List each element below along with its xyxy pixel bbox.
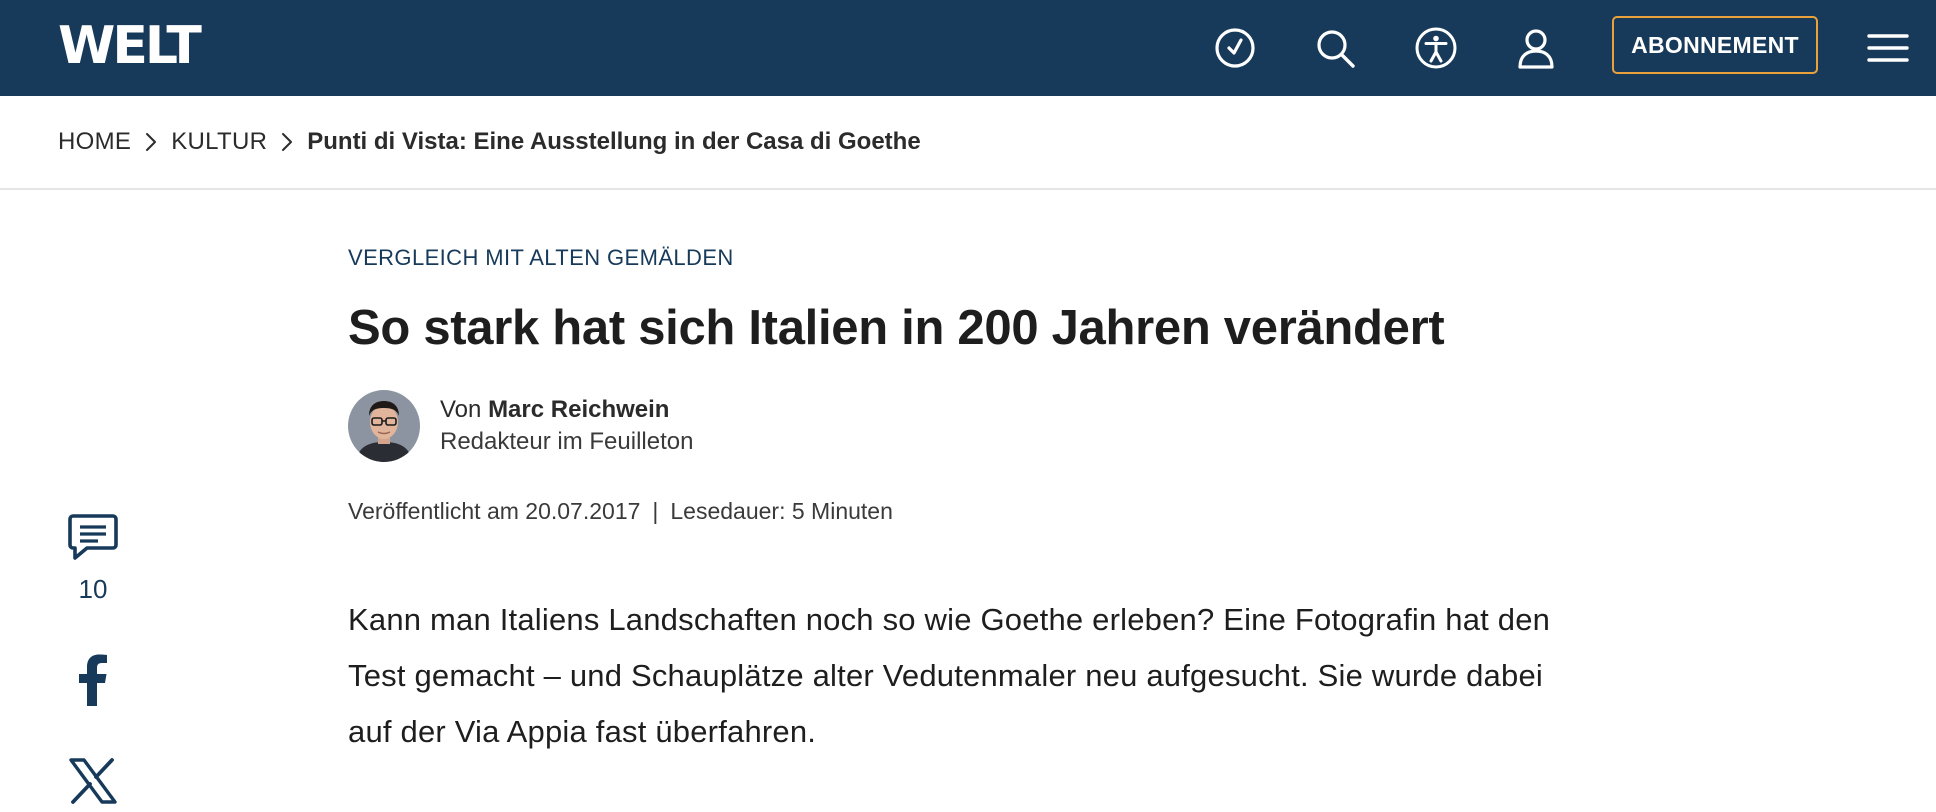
article-kicker: VERGLEICH MIT ALTEN GEMÄLDEN [348,245,734,270]
comment-icon[interactable] [58,512,128,562]
menu-icon[interactable] [1866,26,1910,70]
facebook-icon[interactable] [58,654,128,706]
reading-time: Lesedauer: 5 Minuten [670,498,893,524]
comment-count[interactable]: 10 [58,574,128,605]
article-headline: So stark hat sich Italien in 200 Jahren … [348,301,1445,355]
subscribe-button[interactable]: ABONNEMENT [1612,16,1818,74]
x-icon[interactable] [58,758,128,804]
site-header: WELT ABONNEMENT [0,0,1936,96]
meta-separator: | [652,498,659,524]
breadcrumb-home[interactable]: HOME [58,128,131,156]
article-meta: Veröffentlicht am 20.07.2017 | Lesedauer: … [348,498,893,525]
breadcrumb-divider [0,188,1936,190]
chevron-right-icon [267,130,307,154]
clock-icon[interactable] [1213,26,1257,70]
author-name[interactable]: Marc Reichwein [488,396,669,423]
breadcrumb-kultur[interactable]: KULTUR [171,128,267,156]
breadcrumb-current: Punti di Vista: Eine Ausstellung in der … [307,128,921,155]
chevron-right-icon [131,130,171,154]
user-icon[interactable] [1514,26,1558,70]
publish-date: Veröffentlicht am 20.07.2017 [348,498,641,524]
accessibility-icon[interactable] [1414,26,1458,70]
author-avatar[interactable] [348,390,420,462]
article-intro: Kann man Italiens Landschaften noch so w… [348,602,1551,749]
breadcrumb: HOME KULTUR Punti di Vista: Eine Ausstel… [58,120,921,164]
author-role: Redakteur im Feuilleton [440,428,694,455]
author-byline: Von Marc Reichwein [440,396,669,424]
search-icon[interactable] [1313,26,1357,70]
author-prefix: Von [440,396,482,423]
welt-logo[interactable]: WELT [58,20,202,72]
